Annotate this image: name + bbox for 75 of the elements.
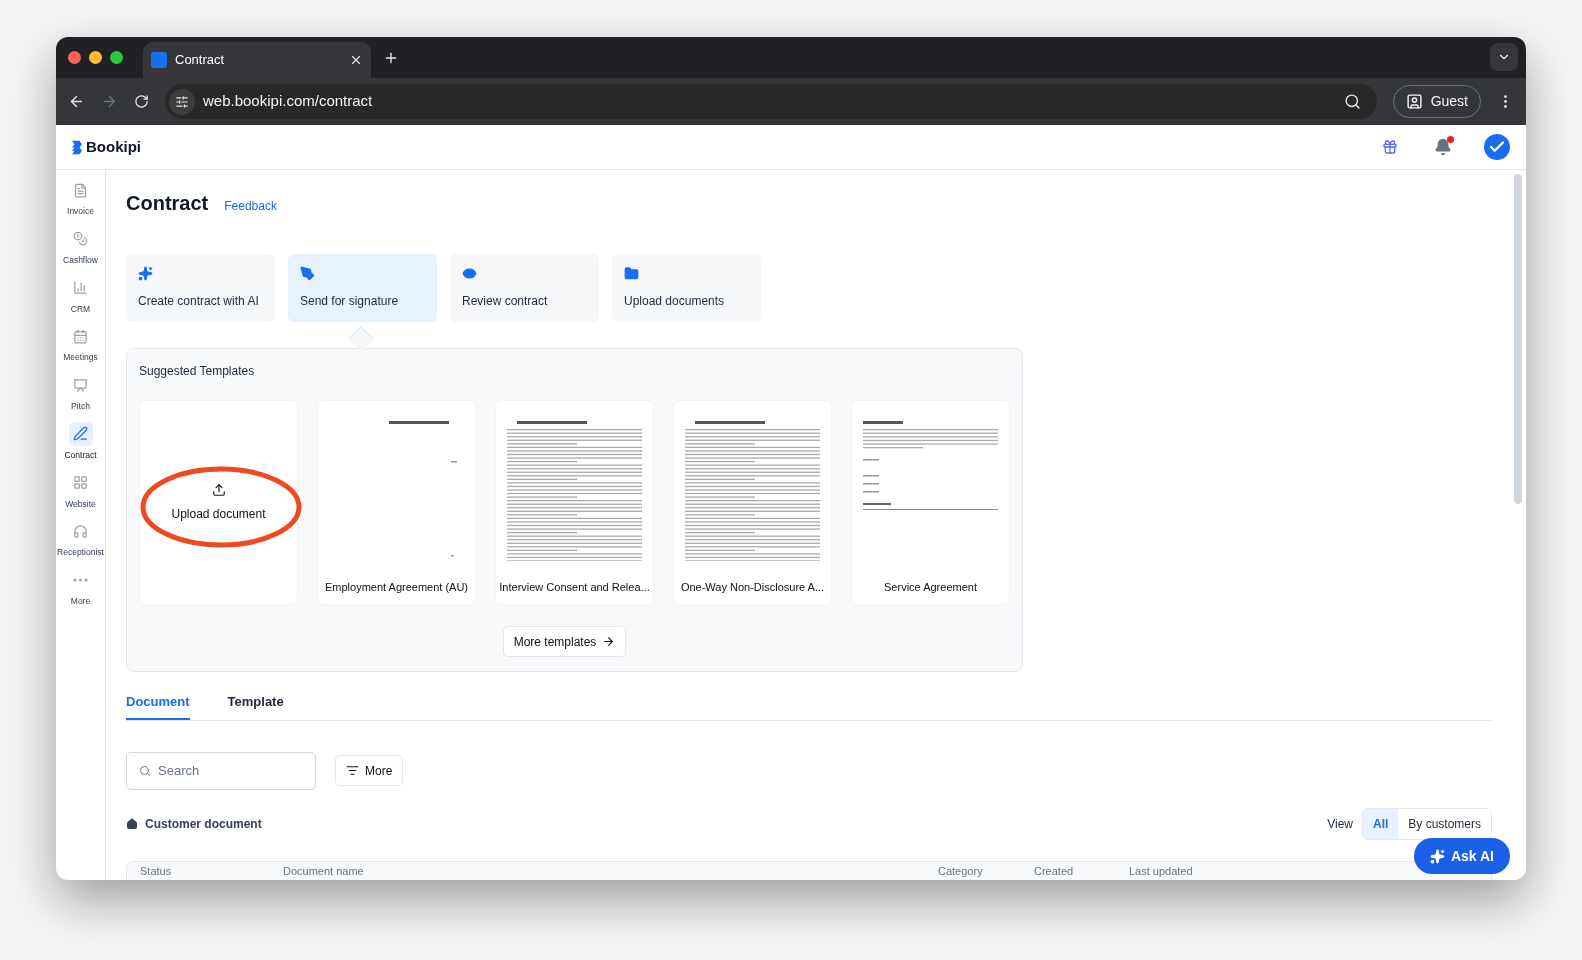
gift-icon[interactable] <box>1382 139 1398 155</box>
pen-icon <box>300 266 315 281</box>
sidebar-item[interactable]: More <box>56 568 106 608</box>
search-icon <box>139 764 151 777</box>
table-header: Status Document name Category Created Last updated <box>126 860 1492 880</box>
tab[interactable]: Template <box>227 692 284 720</box>
section-heading: Customer document <box>145 815 262 833</box>
action-card[interactable]: Upload documents <box>612 254 761 322</box>
upload-icon <box>211 482 226 497</box>
page-title: Contract <box>126 191 209 216</box>
bell-icon[interactable] <box>1434 138 1452 156</box>
more-icon <box>73 578 88 582</box>
action-card[interactable]: Review contract <box>450 254 599 322</box>
search-icon[interactable] <box>1343 93 1361 110</box>
pen-icon <box>73 426 88 442</box>
layout-icon <box>73 475 88 490</box>
template-card[interactable]: Interview Consent and Relea... <box>495 400 654 605</box>
folder-icon <box>624 266 639 281</box>
feedback-link[interactable]: Feedback <box>224 197 277 215</box>
sidebar-item[interactable]: Pitch <box>56 373 106 413</box>
view-label: View <box>1327 815 1353 833</box>
tab-list-button[interactable] <box>1490 43 1518 71</box>
forward-icon[interactable] <box>101 93 118 110</box>
sidebar-item[interactable]: Invoice <box>56 178 106 218</box>
home-icon <box>126 817 138 830</box>
ask-ai-button[interactable]: Ask AI <box>1413 838 1510 874</box>
more-templates-button[interactable]: More templates <box>502 626 627 657</box>
section-title: Suggested Templates <box>139 363 256 380</box>
sidebar-item[interactable]: Receptionist <box>56 519 106 559</box>
sidebar-item[interactable]: Cashflow <box>56 226 106 267</box>
brand-name: Bookipi <box>86 136 141 157</box>
logo-icon <box>72 139 82 155</box>
document-icon <box>73 182 88 198</box>
filter-icon <box>346 764 359 777</box>
card-label: Employment Agreement (AU) <box>324 579 469 595</box>
card-label: One-Way Non-Disclosure A... <box>680 579 825 595</box>
sidebar-item[interactable]: Website <box>56 470 106 511</box>
close-icon[interactable] <box>349 53 363 67</box>
minimize-window-icon[interactable] <box>89 51 102 64</box>
new-tab-icon[interactable] <box>383 50 399 66</box>
sidebar-item[interactable]: Meetings <box>56 324 106 364</box>
card-label: Service Agreement <box>884 579 977 595</box>
search-field[interactable]: Search <box>126 751 316 790</box>
sidebar-item[interactable]: CRM <box>56 275 106 316</box>
sidebar-item[interactable]: Contract <box>56 421 106 462</box>
template-card[interactable]: One-Way Non-Disclosure A... <box>673 400 832 605</box>
address-bar[interactable]: web.bookipi.com/contract <box>165 84 1377 119</box>
reload-icon[interactable] <box>134 94 149 109</box>
template-card[interactable]: Employment Agreement (AU) <box>317 400 476 605</box>
action-card[interactable]: Send for signature <box>288 254 437 322</box>
headset-icon <box>73 523 88 539</box>
more-filter-button[interactable]: More <box>335 755 404 786</box>
url-text: web.bookipi.com/contract <box>203 91 374 112</box>
view-toggle[interactable]: All <box>1362 808 1399 839</box>
action-card[interactable]: Create contract with AI <box>126 254 275 322</box>
sparkles-icon <box>138 266 153 281</box>
sparkles-icon <box>1429 848 1445 864</box>
browser-tab[interactable]: Contract <box>143 42 371 78</box>
maximize-window-icon[interactable] <box>110 51 123 64</box>
template-card[interactable]: Service Agreement <box>851 400 1010 605</box>
arrow-icon <box>602 635 616 648</box>
coins-icon <box>73 231 88 247</box>
site-settings-icon[interactable] <box>169 88 195 115</box>
close-window-icon[interactable] <box>68 51 81 64</box>
calendar-icon <box>73 328 88 344</box>
presentation-icon <box>73 377 88 393</box>
card-label: Interview Consent and Relea... <box>499 579 650 595</box>
tab[interactable]: Document <box>126 692 190 720</box>
profile-icon <box>1405 93 1423 110</box>
card-label: Upload document <box>171 505 266 523</box>
back-icon[interactable] <box>68 93 85 110</box>
avatar-icon[interactable] <box>1484 134 1510 160</box>
bar-chart-icon <box>73 280 88 295</box>
favicon-icon <box>151 52 167 68</box>
tab-title: Contract <box>175 51 226 70</box>
